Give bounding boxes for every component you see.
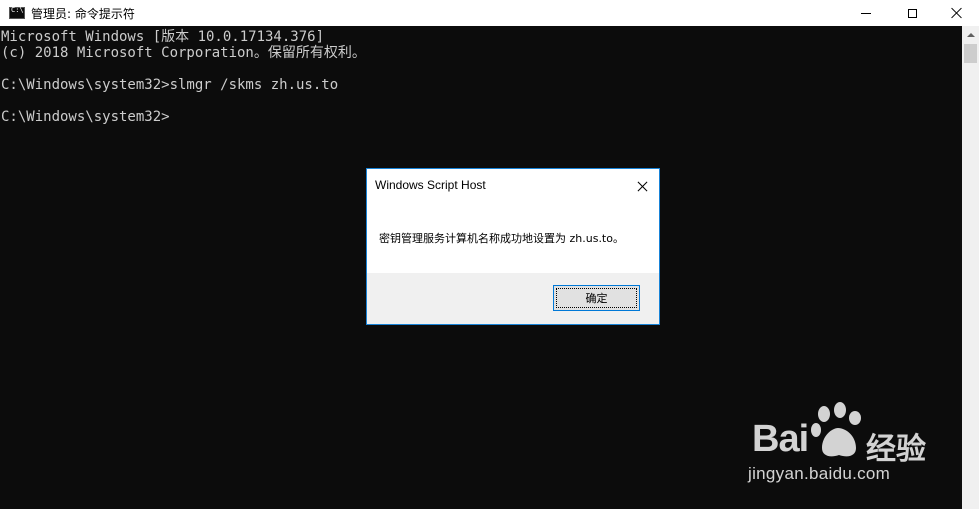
console-prompt: C:\Windows\system32>	[1, 109, 170, 125]
window-title: 管理员: 命令提示符	[31, 7, 135, 21]
arrow-up-icon	[966, 32, 975, 37]
dialog-footer: 确定	[367, 273, 659, 324]
close-icon	[951, 7, 963, 19]
scroll-up-button[interactable]	[962, 26, 979, 43]
paw-icon	[811, 402, 861, 457]
cmd-icon	[9, 6, 25, 19]
watermark-url: jingyan.baidu.com	[748, 464, 891, 483]
scroll-thumb[interactable]	[964, 44, 977, 63]
maximize-button[interactable]	[889, 0, 935, 26]
dialog-title: Windows Script Host	[375, 178, 486, 192]
console-line: Microsoft Windows [版本 10.0.17134.376]	[1, 29, 325, 45]
console-line: (c) 2018 Microsoft Corporation。保留所有权利。	[1, 45, 366, 61]
baidu-watermark: Bai 经验 jingyan.baidu.com	[748, 400, 948, 490]
ok-button[interactable]: 确定	[553, 285, 640, 311]
dialog-message: 密钥管理服务计算机名称成功地设置为 zh.us.to。	[379, 232, 624, 245]
console-line: C:\Windows\system32>slmgr /skms zh.us.to	[1, 77, 339, 93]
vertical-scrollbar[interactable]	[962, 26, 979, 509]
maximize-icon	[907, 8, 917, 18]
script-host-dialog: Windows Script Host 密钥管理服务计算机名称成功地设置为 zh…	[366, 168, 660, 325]
minimize-icon	[861, 12, 871, 14]
dialog-close-button[interactable]	[629, 175, 655, 197]
close-icon	[637, 181, 648, 192]
watermark-cn-text: 经验	[866, 432, 926, 467]
minimize-button[interactable]	[843, 0, 889, 26]
close-button[interactable]	[935, 0, 979, 26]
watermark-brand: Bai	[752, 418, 809, 460]
title-bar[interactable]: 管理员: 命令提示符	[0, 0, 979, 26]
